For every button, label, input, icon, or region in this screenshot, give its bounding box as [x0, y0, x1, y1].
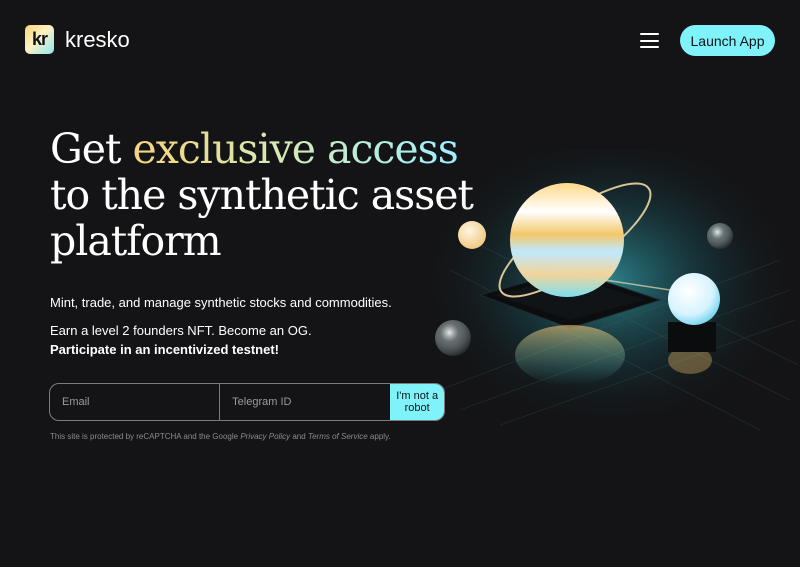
terms-of-service-link[interactable]: Terms of Service: [308, 432, 368, 441]
title-accent: exclusive access: [132, 125, 459, 173]
launch-app-button[interactable]: Launch App: [680, 25, 775, 56]
title-line-2: to the synthetic asset: [50, 171, 474, 219]
subtitle-line-1: Mint, trade, and manage synthetic stocks…: [50, 295, 392, 310]
legal-and: and: [292, 432, 306, 441]
logo-text: kresko: [65, 26, 130, 52]
title-prefix: Get: [50, 125, 121, 173]
logo-mark: kr: [25, 25, 54, 54]
signup-form: I'm not a robot: [49, 383, 445, 421]
email-field[interactable]: [50, 384, 221, 420]
logo[interactable]: kr kresko: [25, 25, 130, 54]
planet-illustration: [420, 150, 800, 431]
legal-suffix: apply.: [369, 432, 391, 441]
subtitle-line-3: Participate in an incentivized testnet!: [50, 342, 279, 357]
telegram-id-field[interactable]: [220, 384, 391, 420]
recaptcha-notice: This site is protected by reCAPTCHA and …: [50, 432, 391, 441]
captcha-button[interactable]: I'm not a robot: [390, 384, 444, 420]
title-line-3: platform: [50, 217, 222, 265]
subtitle-line-2: Earn a level 2 founders NFT. Become an O…: [50, 323, 312, 338]
hamburger-menu-icon[interactable]: [640, 33, 659, 48]
privacy-policy-link[interactable]: Privacy Policy: [240, 432, 290, 441]
legal-prefix: This site is protected by reCAPTCHA and …: [50, 432, 239, 441]
